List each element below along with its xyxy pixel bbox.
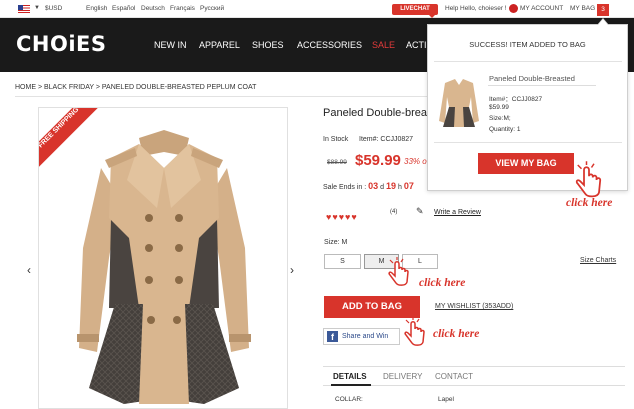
my-account-link[interactable]: MY ACCOUNT [520,5,563,12]
help-link[interactable]: Help [445,5,458,12]
active-tab-underline [331,384,371,386]
tab-contact[interactable]: CONTACT [435,372,473,381]
share-label: Share and Win [342,333,389,340]
click-here-annotation-size: click here [419,277,466,289]
nav-sale[interactable]: SALE [372,40,395,50]
popup-quantity: Quantity: 1 [489,126,521,133]
lang-deutsch[interactable]: Deutsch [141,5,165,12]
livechat-button[interactable]: LIVECHAT [392,4,438,18]
product-title: Paneled Double-breas [323,107,433,119]
write-review-link[interactable]: Write a Review [434,209,481,216]
hours-unit: h [397,184,402,191]
countdown-minutes: 07 [403,181,414,191]
tab-details[interactable]: DETAILS [333,372,367,381]
product-image-frame: FREE SHIPPING [38,107,288,409]
size-label: Size: M [324,239,348,246]
current-price: $59.99 [355,152,401,169]
popup-price: $59.99 [489,104,509,111]
breadcrumb[interactable]: HOME > BLACK FRIDAY > PANELED DOUBLE-BRE… [15,84,256,91]
heart-icon: ♥ [351,212,357,222]
next-image-arrow-icon[interactable]: › [290,263,294,277]
nav-activity[interactable]: ACTI [406,40,427,50]
sale-countdown: Sale Ends in : 03 d 19 h 07 [323,181,414,191]
tab-delivery[interactable]: DELIVERY [383,372,422,381]
nav-shoes[interactable]: SHOES [252,40,284,50]
size-option-s[interactable]: S [324,254,361,269]
free-shipping-ribbon: FREE SHIPPING [39,108,99,168]
site-logo[interactable]: CHOiES [16,32,107,56]
free-shipping-label: FREE SHIPPING [39,108,99,168]
heart-icon: ♥ [332,212,338,222]
popup-product-name[interactable]: Paneled Double-Breasted [489,74,575,83]
lang-espanol[interactable]: Español [112,5,136,12]
divider [434,142,622,143]
lang-english[interactable]: English [86,5,107,12]
share-and-win-button[interactable]: f Share and Win [323,328,400,345]
lang-russian[interactable]: Русский [200,5,224,12]
days-unit: d [380,184,385,191]
bag-count-badge[interactable]: 3 [597,4,609,16]
product-tabs: DETAILS DELIVERY CONTACT [323,366,625,386]
heart-icon: ♥ [338,212,345,222]
account-heart-icon [509,4,518,13]
greeting-text: Hello, choieser ! [460,5,507,12]
item-number: Item#: CCJJ0827 [359,136,414,143]
popup-item-number: Item#：CCJJ0827 [489,96,543,103]
nav-accessories[interactable]: ACCESSORIES [297,40,362,50]
discount-label: 33% o [404,157,427,166]
prev-image-arrow-icon[interactable]: ‹ [27,263,31,277]
heart-icon: ♥ [326,212,332,222]
my-bag-link[interactable]: MY BAG [570,5,595,12]
rating-count[interactable]: (4) [390,209,397,215]
success-message: SUCCESS! ITEM ADDED TO BAG [469,40,586,49]
click-here-annotation-bag: click here [566,197,613,209]
heart-icon: ♥ [345,212,351,222]
us-flag-icon[interactable] [18,5,30,13]
nav-new-in[interactable]: NEW IN [154,40,187,50]
add-to-bag-button[interactable]: ADD TO BAG [324,296,420,318]
divider [488,85,596,86]
sale-ends-label: Sale Ends in : [323,184,367,191]
top-utility-bar: ▼ $USD English Español Deutsch Français … [0,0,634,18]
facebook-icon: f [327,331,338,342]
stock-status: In Stock [323,136,349,143]
currency-selector[interactable]: $USD [45,5,62,12]
chevron-down-icon[interactable]: ▼ [34,5,40,11]
lang-francais[interactable]: Français [170,5,195,12]
detail-value: Lapel [438,396,454,403]
product-thumbnail[interactable] [437,73,481,131]
wishlist-link[interactable]: MY WISHLIST (353ADD) [435,303,513,310]
countdown-days: 03 [368,181,379,191]
size-charts-link[interactable]: Size Charts [580,257,616,264]
pointer-hand-icon [575,161,602,198]
old-price: $88.99 [327,159,347,166]
divider [434,61,622,62]
view-my-bag-button[interactable]: VIEW MY BAG [478,153,574,174]
pointer-hand-icon [404,317,425,346]
popup-size: Size:M; [489,115,511,122]
pencil-edit-icon[interactable]: ✎ [416,206,424,217]
pointer-hand-icon [388,257,409,286]
detail-key: COLLAR: [335,396,363,403]
nav-apparel[interactable]: APPAREL [199,40,240,50]
rating-hearts: ♥♥♥♥♥ [326,207,358,225]
click-here-annotation-add: click here [433,328,480,340]
countdown-hours: 19 [385,181,396,191]
